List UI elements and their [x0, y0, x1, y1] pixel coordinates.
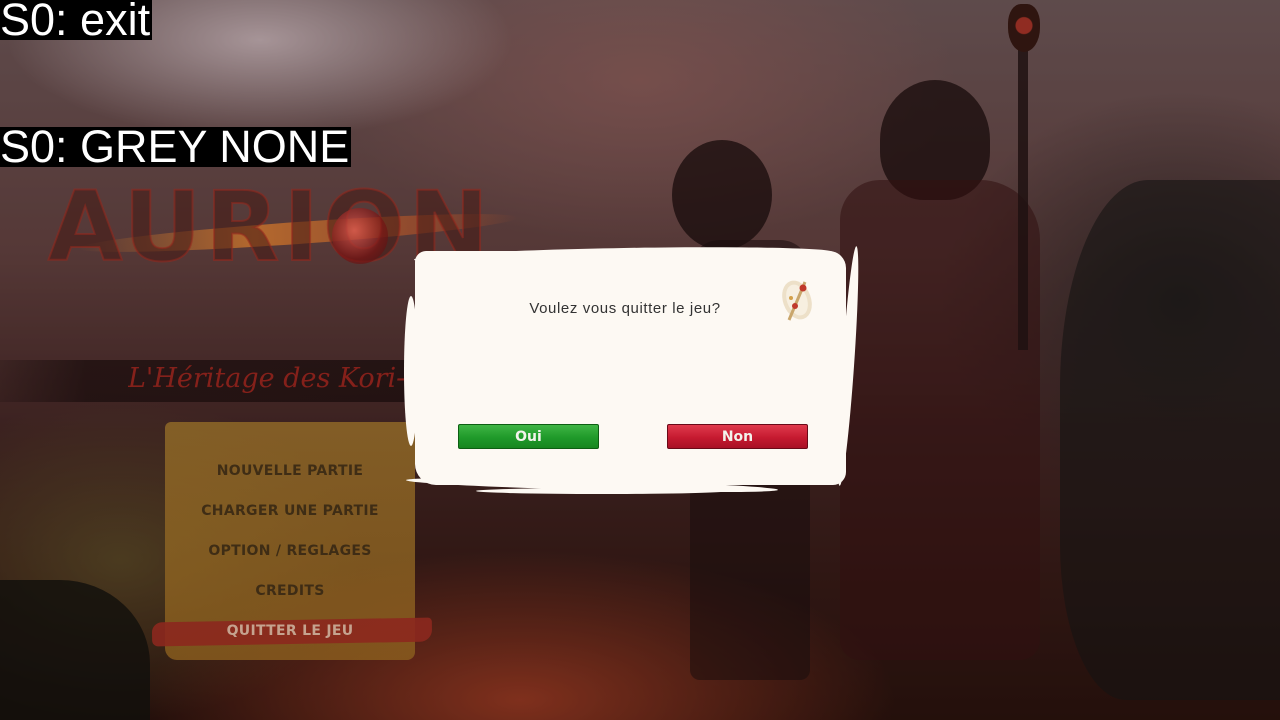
- menu-item-options[interactable]: OPTION / REGLAGES: [165, 543, 415, 559]
- game-subtitle: L'Héritage des Kori-O: [128, 363, 418, 394]
- debug-label-state: S0: exit: [0, 0, 153, 45]
- cancel-button[interactable]: Non: [667, 424, 808, 449]
- game-screen: AURION L'Héritage des Kori-O NOUVELLE PA…: [0, 0, 1280, 720]
- menu-item-credits[interactable]: CREDITS: [165, 583, 415, 599]
- logo-orb-icon: [332, 208, 388, 264]
- scroll-quill-icon: [779, 276, 815, 326]
- menu-item-quit[interactable]: QUITTER LE JEU: [165, 623, 415, 639]
- confirm-button[interactable]: Oui: [458, 424, 599, 449]
- menu-item-new-game[interactable]: NOUVELLE PARTIE: [165, 463, 415, 479]
- menu-item-load-game[interactable]: CHARGER UNE PARTIE: [165, 503, 415, 519]
- dialog-message: Voulez vous quitter le jeu?: [529, 300, 721, 317]
- dialog-brush-stroke: [476, 488, 728, 494]
- debug-label-color: S0: GREY NONE: [0, 121, 352, 172]
- dialog-brush-stroke: [404, 296, 418, 446]
